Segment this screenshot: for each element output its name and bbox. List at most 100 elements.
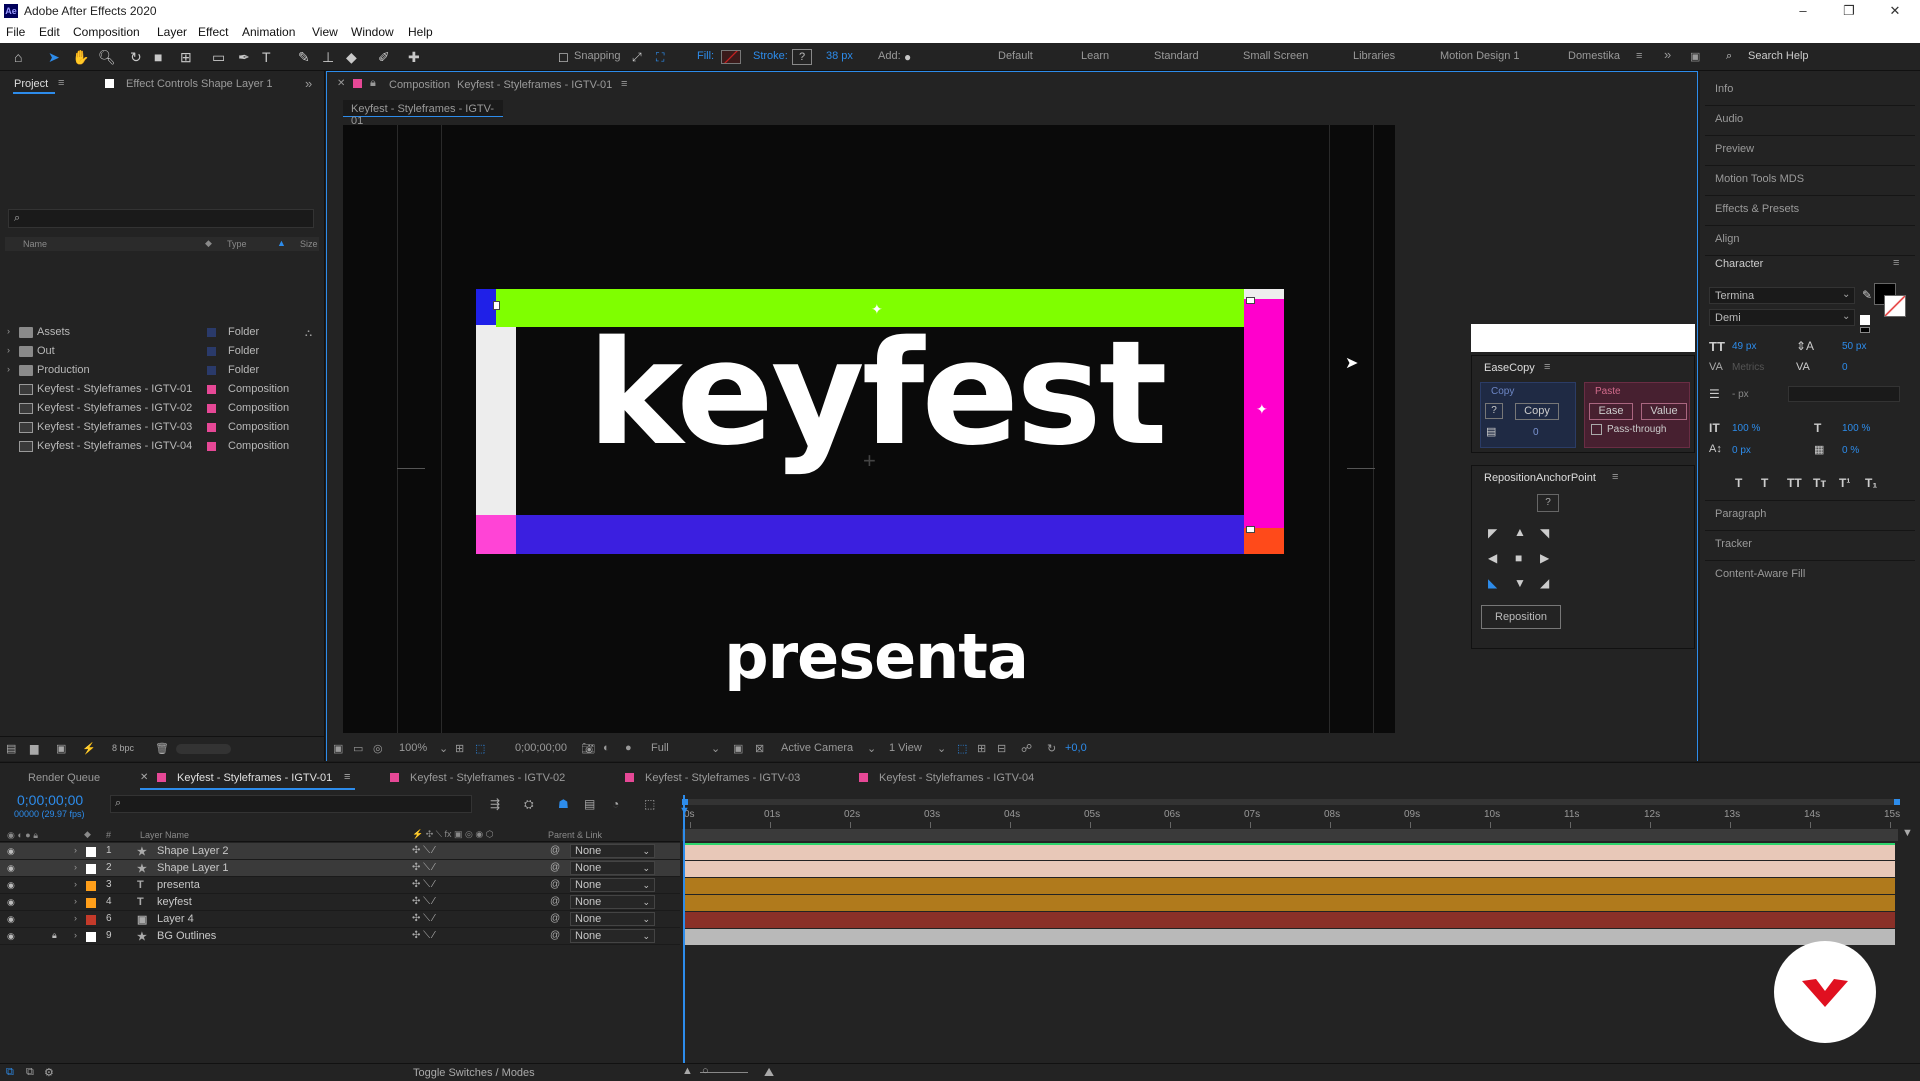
visibility-eye-icon[interactable]: ◉ <box>7 846 15 857</box>
monitor-icon[interactable]: ▭ <box>353 742 363 755</box>
thumbnail-slider[interactable] <box>176 744 231 754</box>
paste-ease-button[interactable]: Ease <box>1589 403 1633 420</box>
presenta-text[interactable]: presenta <box>606 621 1146 693</box>
layer-switches[interactable]: ✣ ⟍ ⁄ <box>412 862 435 873</box>
type-style-button[interactable]: T <box>1735 476 1742 490</box>
project-item[interactable]: Keyfest - Styleframes - IGTV-01 Compositi… <box>5 380 319 399</box>
selection-tool-icon[interactable]: ➤ <box>48 48 60 66</box>
visibility-eye-icon[interactable]: ◉ <box>7 897 15 908</box>
type-style-button[interactable]: T₁ <box>1865 476 1877 490</box>
parent-dropdown[interactable]: None ⌄ <box>570 878 655 892</box>
project-menu-icon[interactable]: ≡ <box>58 77 64 89</box>
parent-dropdown[interactable]: None ⌄ <box>570 861 655 875</box>
layer-duration-bar[interactable] <box>685 895 1895 911</box>
zoom-chevron-icon[interactable]: ⌄ <box>439 742 448 755</box>
rectangle-tool-icon[interactable]: ▭ <box>212 48 225 66</box>
layer-duration-bar[interactable] <box>685 844 1895 860</box>
menu-window[interactable]: Window <box>351 25 394 39</box>
type-style-button[interactable]: TT <box>1787 476 1802 490</box>
current-time-indicator[interactable] <box>683 795 685 1081</box>
layer-duration-bar[interactable] <box>685 861 1895 877</box>
tab-project[interactable]: Project <box>14 78 48 90</box>
frame-bottom-left-pink[interactable] <box>476 515 516 554</box>
flowchart-icon[interactable]: ⛬ <box>305 328 312 339</box>
tracking-value[interactable]: 0 <box>1842 362 1848 373</box>
baseline-value[interactable]: 0 px <box>1732 445 1751 456</box>
twirl-arrow-icon[interactable]: › <box>74 845 77 855</box>
timeline-tab[interactable]: Keyfest - Styleframes - IGTV-04 <box>859 772 1034 784</box>
expand-arrow-icon[interactable]: › <box>7 326 10 336</box>
trash-icon[interactable]: 🗑︎ <box>155 742 169 755</box>
label-tag-icon[interactable]: ◆ <box>205 238 212 249</box>
tab-menu-icon[interactable]: ≡ <box>344 771 350 783</box>
draft-3d-icon[interactable]: ⛭ <box>524 797 534 812</box>
anchor-handle[interactable] <box>1246 297 1255 304</box>
layer-label-swatch[interactable] <box>86 932 96 942</box>
layer-name[interactable]: Layer 4 <box>157 913 194 925</box>
label-swatch[interactable] <box>207 366 216 375</box>
column-type[interactable]: Type <box>227 239 247 249</box>
layer-label-swatch[interactable] <box>86 847 96 857</box>
reposition-button[interactable]: Reposition <box>1481 605 1561 629</box>
graph-editor-icon[interactable]: ⬚ <box>644 797 655 811</box>
region-of-interest-icon[interactable]: ⊞ <box>455 742 464 755</box>
search-help-input[interactable]: Search Help <box>1748 50 1809 62</box>
kerning-value[interactable]: Metrics <box>1732 362 1764 373</box>
zoom-dropdown[interactable]: 100% <box>399 742 427 754</box>
project-item[interactable]: Keyfest - Styleframes - IGTV-02 Compositi… <box>5 399 319 418</box>
column-size[interactable]: Size <box>300 239 318 249</box>
puppet-tool-icon[interactable]: ✚ <box>408 48 420 66</box>
search-help-icon[interactable]: ⌕ <box>1726 50 1732 63</box>
reposition-menu-icon[interactable]: ≡ <box>1612 471 1618 483</box>
menu-edit[interactable]: Edit <box>39 25 60 39</box>
twirl-arrow-icon[interactable]: › <box>74 913 77 923</box>
minimize-button[interactable]: – <box>1780 2 1826 20</box>
label-swatch[interactable] <box>207 328 216 337</box>
zoom-slider-thumb[interactable]: ○ <box>702 1065 709 1077</box>
layer-label-swatch[interactable] <box>86 915 96 925</box>
white-swatch[interactable] <box>1860 315 1870 325</box>
interpret-footage-icon[interactable]: ▤ <box>6 742 16 755</box>
brush-tool-icon[interactable]: ✎ <box>298 48 310 66</box>
fill-swatch[interactable] <box>721 50 741 64</box>
new-composition-icon[interactable]: ▣ <box>56 742 66 755</box>
transparency-grid-icon[interactable]: ⬚ <box>475 742 485 755</box>
lock-icon[interactable]: 🔒︎ <box>370 77 376 90</box>
workspace-domestika[interactable]: Domestika <box>1568 50 1620 62</box>
work-area-bar[interactable] <box>682 799 1898 805</box>
timeline-tab[interactable]: Keyfest - Styleframes - IGTV-01 <box>157 772 332 784</box>
label-swatch[interactable] <box>207 442 216 451</box>
twirl-arrow-icon[interactable]: › <box>74 862 77 872</box>
parent-pickwhip-icon[interactable]: @ <box>550 913 560 924</box>
project-item[interactable]: Keyfest - Styleframes - IGTV-03 Compositi… <box>5 418 319 437</box>
layer-label-swatch[interactable] <box>86 881 96 891</box>
tab-effect-controls[interactable]: Effect Controls Shape Layer 1 <box>126 78 273 90</box>
anchor-point-icon[interactable]: ✦ <box>1256 401 1268 418</box>
layer-label-swatch[interactable] <box>86 864 96 874</box>
comp-breadcrumb[interactable]: Keyfest - Styleframes - IGTV-01 <box>343 100 503 127</box>
layer-row[interactable]: ◉ 🔒︎ › 9 ★ BG Outlines ✣ ⟍ ⁄ @ None ⌄ <box>0 928 680 945</box>
layer-name[interactable]: keyfest <box>157 896 192 908</box>
menu-view[interactable]: View <box>312 25 338 39</box>
always-preview-icon[interactable]: ▣ <box>333 742 343 755</box>
twirl-arrow-icon[interactable]: › <box>74 879 77 889</box>
parent-link-header[interactable]: Parent & Link <box>548 830 602 840</box>
parent-pickwhip-icon[interactable]: @ <box>550 879 560 890</box>
visibility-eye-icon[interactable]: ◉ <box>7 863 15 874</box>
timeline-nav-end-icon[interactable]: ▼ <box>1902 827 1913 839</box>
character-title[interactable]: Character <box>1715 258 1763 270</box>
panel-tracker[interactable]: Tracker <box>1715 538 1752 550</box>
panel-content-aware-fill[interactable]: Content-Aware Fill <box>1715 568 1805 580</box>
layer-name[interactable]: Shape Layer 1 <box>157 862 229 874</box>
anchor-left-icon[interactable]: ◀ <box>1488 551 1497 565</box>
comp-menu-icon[interactable]: ≡ <box>621 78 627 90</box>
anchor-handle[interactable] <box>1246 526 1255 533</box>
panel-effects-presets[interactable]: Effects & Presets <box>1715 203 1799 215</box>
frame-blending-icon[interactable]: ▤ <box>584 797 595 811</box>
zoom-out-icon[interactable]: ▲ <box>682 1065 693 1077</box>
layer-switches[interactable]: ✣ ⟍ ⁄ <box>412 845 435 856</box>
layer-switches[interactable]: ✣ ⟍ ⁄ <box>412 913 435 924</box>
channel-icon[interactable]: ● <box>625 742 632 754</box>
snap-grid-icon[interactable]: ⛶ <box>656 48 664 66</box>
copy-button[interactable]: Copy <box>1515 403 1559 420</box>
